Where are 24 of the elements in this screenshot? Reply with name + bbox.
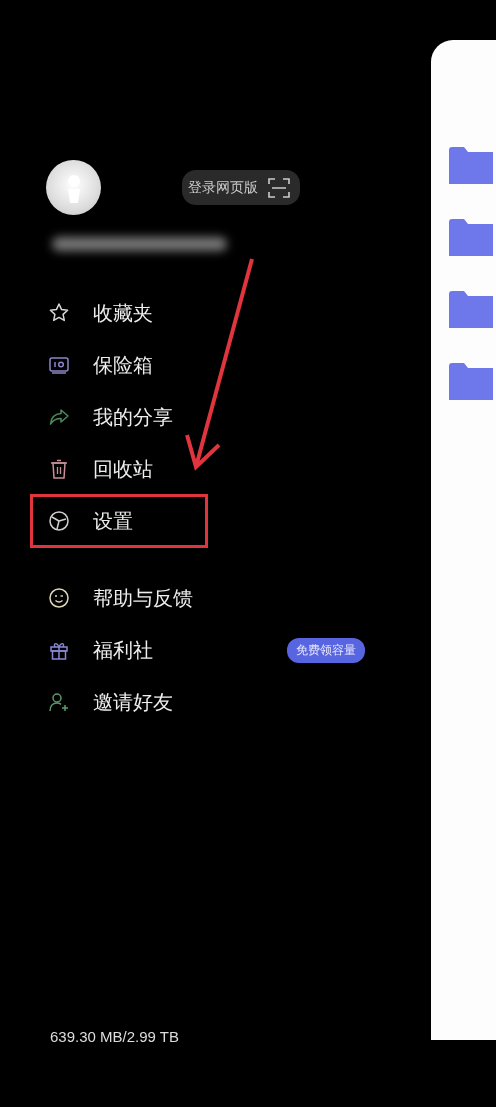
web-login-button[interactable]: 登录网页版 [182,170,300,205]
menu-item[interactable]: 邀请好友 [93,688,173,716]
safe-icon [48,354,70,376]
menu-item[interactable]: 保险箱 [93,351,153,379]
menu-item[interactable]: 设置 [93,507,133,535]
settings-icon [48,510,70,532]
scan-icon [268,177,290,198]
menu-item[interactable]: 福利社 [93,636,153,664]
smiley-icon [48,587,70,609]
storage-usage: 639.30 MB/2.99 TB [49,1028,180,1045]
share-arrow-icon [48,406,70,428]
menu-item[interactable]: 收藏夹 [93,299,153,327]
menu-item[interactable]: 帮助与反馈 [93,584,193,612]
folder-icon[interactable] [449,362,493,400]
folder-icon[interactable] [449,290,493,328]
trash-icon [48,458,70,480]
menu-item[interactable]: 回收站 [93,455,153,483]
promo-badge[interactable]: 免费领容量 [287,637,365,663]
star-icon [48,302,70,324]
avatar[interactable] [46,160,101,215]
add-person-icon [48,691,70,713]
menu-item[interactable]: 我的分享 [93,403,173,431]
folder-icon[interactable] [449,146,493,184]
folder-icon[interactable] [449,218,493,256]
